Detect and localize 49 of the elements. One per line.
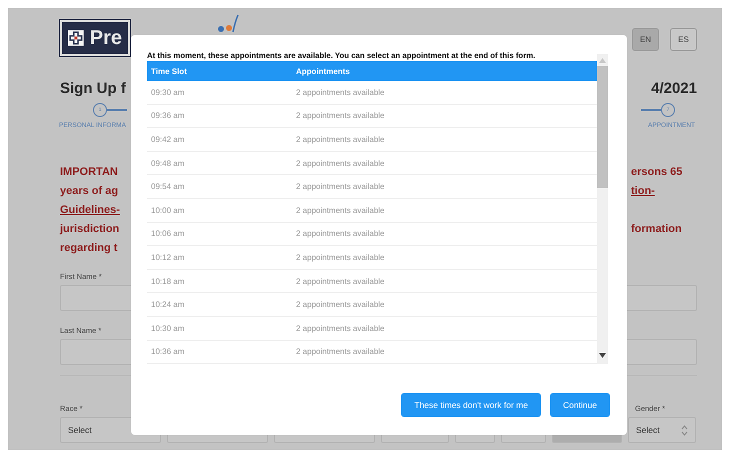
notice-text: IMPORTAN xyxy=(60,166,119,178)
language-button[interactable]: ES xyxy=(670,28,697,51)
logo-mark-icon xyxy=(216,14,240,34)
table-cell: 2 appointments available xyxy=(296,206,385,215)
medical-cross-icon xyxy=(68,27,84,49)
modal-button[interactable]: These times don't work for me xyxy=(401,393,541,417)
notice-text: regarding t xyxy=(60,242,118,254)
table-cell: 2 appointments available xyxy=(296,324,385,333)
table-cell-text: 09:30 am xyxy=(150,88,186,97)
notice-text: years of ag xyxy=(60,184,120,196)
notice-text: jurisdiction xyxy=(60,222,120,234)
table-cell-text: 10:36 am xyxy=(150,347,186,356)
notice-text: formation xyxy=(631,222,683,234)
table-cell: 2 appointments available xyxy=(296,158,385,168)
table-cell: 2 appointments available xyxy=(296,88,385,97)
table-cell-text: 09:42 am xyxy=(150,134,186,144)
scrollbar-thumb[interactable] xyxy=(597,66,608,188)
down-arrow-icon[interactable] xyxy=(599,353,606,358)
page-title: 4/2021 xyxy=(651,80,697,97)
table-cell: 2 appointments available xyxy=(296,229,385,238)
page-title: Sign Up f xyxy=(60,80,126,97)
updown-icon xyxy=(681,424,688,436)
column-header: Appointments xyxy=(296,66,350,76)
table-cell: 2 appointments available xyxy=(296,276,385,286)
table-cell-text: 10:30 am xyxy=(150,324,186,333)
table-cell-text: 09:54 am xyxy=(150,182,186,192)
notice-link[interactable]: Guidelines- xyxy=(60,204,126,216)
scrollbar[interactable] xyxy=(597,54,608,364)
modal-button[interactable]: Continue xyxy=(550,393,610,417)
table-cell: 2 appointments available xyxy=(296,134,385,144)
column-header: Time Slot xyxy=(150,66,188,76)
table-cell: 2 appointments available xyxy=(296,347,385,356)
notice-text: ersons 65 xyxy=(631,166,684,178)
table-cell: 2 appointments available xyxy=(296,252,385,262)
table-cell-text: 09:48 am xyxy=(150,158,186,168)
table-cell-text: 10:12 am xyxy=(150,252,186,262)
select-field[interactable]: Select xyxy=(628,417,696,443)
up-arrow-icon[interactable] xyxy=(599,58,606,63)
notice-link[interactable]: tion- xyxy=(631,184,697,196)
table-cell-text: 10:06 am xyxy=(150,229,186,238)
table-cell-text: 10:24 am xyxy=(150,300,186,310)
table-cell: 2 appointments available xyxy=(296,300,385,310)
table-cell-text: 10:00 am xyxy=(150,206,186,215)
table-cell-text: 09:36 am xyxy=(150,111,186,120)
table-cell: 2 appointments available xyxy=(296,111,385,120)
language-button[interactable]: EN xyxy=(632,28,659,51)
table-cell-text: 10:18 am xyxy=(150,276,186,286)
table-cell: 2 appointments available xyxy=(296,182,385,192)
logo-text: Pre xyxy=(90,26,122,50)
